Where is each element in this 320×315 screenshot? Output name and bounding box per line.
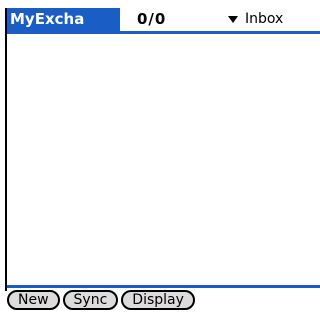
- message-list[interactable]: [7, 34, 320, 285]
- folder-selected-label: Inbox: [245, 11, 284, 27]
- toolbar-divider: [7, 285, 320, 288]
- new-button[interactable]: New: [7, 290, 60, 310]
- message-count: 0/0: [137, 10, 167, 28]
- command-bar: New Sync Display: [7, 290, 198, 310]
- folder-selector[interactable]: Inbox: [228, 9, 283, 29]
- dropdown-triangle-icon: [228, 15, 238, 23]
- sync-button[interactable]: Sync: [62, 290, 119, 310]
- app-title-tab[interactable]: MyExcha: [7, 8, 120, 31]
- app-title: MyExcha: [10, 10, 85, 28]
- app-screen: MyExcha 0/0 Inbox New Sync Display: [0, 0, 320, 315]
- display-button[interactable]: Display: [121, 290, 195, 310]
